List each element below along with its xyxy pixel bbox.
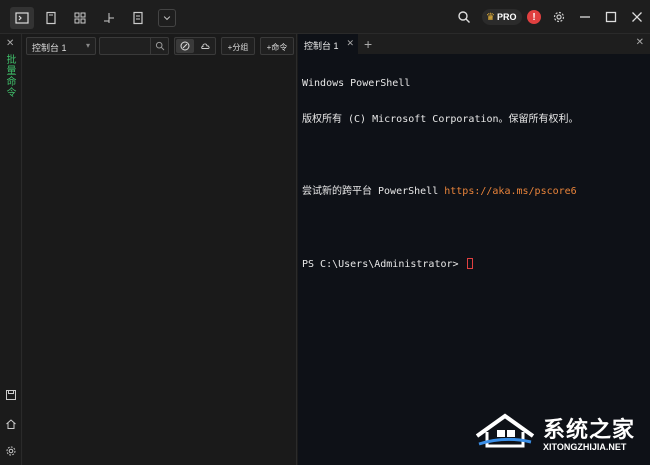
search-button[interactable] [455, 6, 473, 28]
terminal-tab-bar: 控制台 1 ✕ + ✕ [298, 34, 650, 54]
close-icon [632, 12, 642, 22]
command-search-input[interactable] [99, 37, 169, 55]
prompt-text: PS C:\Users\Administrator> [302, 259, 465, 270]
cloud-mode-button[interactable] [196, 39, 214, 53]
prompt-line: PS C:\Users\Administrator> [302, 258, 648, 270]
list-icon [133, 11, 143, 25]
add-group-button[interactable]: +分组 [221, 37, 255, 55]
save-icon [6, 390, 16, 400]
save-button[interactable] [5, 388, 17, 400]
compass-mode-button[interactable] [176, 39, 194, 53]
pro-label: PRO [496, 12, 517, 22]
add-command-button[interactable]: +命令 [260, 37, 294, 55]
tab-console-1[interactable]: 控制台 1 ✕ [298, 34, 358, 54]
layout-view-button[interactable] [68, 7, 92, 29]
close-terminal-panel-button[interactable]: ✕ [636, 37, 644, 48]
terminal-icon [15, 12, 29, 24]
terminal-pane[interactable]: 控制台 1 ✕ + ✕ Windows PowerShell 版权所有 (C) … [298, 34, 650, 465]
watermark-cn-text: 系统之家 [543, 417, 636, 442]
crown-icon: ♛ [486, 11, 495, 23]
text-cursor [466, 258, 473, 269]
terminal-output[interactable]: Windows PowerShell 版权所有 (C) Microsoft Co… [302, 54, 648, 294]
search-divider [150, 38, 151, 54]
house-logo-icon [475, 413, 535, 448]
chevron-down-icon [163, 16, 171, 21]
batch-command-panel: 控制台 1 ▾ +分组 +命令 [23, 34, 297, 465]
home-icon [6, 419, 16, 429]
alert-button[interactable]: ! [526, 6, 542, 28]
pscore-link[interactable]: https://aka.ms/pscore6 [444, 186, 576, 197]
side-settings-button[interactable] [5, 444, 17, 456]
alert-icon: ! [527, 10, 541, 24]
terminal-view-button[interactable] [10, 7, 34, 29]
panel-toolbar: 控制台 1 ▾ +分组 +命令 [23, 34, 297, 58]
document-view-button[interactable] [39, 7, 63, 29]
cloud-icon [201, 43, 210, 49]
console-select-value: 控制台 1 [32, 43, 67, 53]
terminal-text: 尝试新的跨平台 PowerShell [302, 186, 445, 197]
close-window-button[interactable] [629, 6, 645, 28]
close-batch-panel-button[interactable]: ✕ [6, 38, 14, 49]
terminal-line: Windows PowerShell [302, 78, 411, 89]
compass-icon [180, 41, 190, 51]
maximize-button[interactable] [603, 6, 619, 28]
gear-icon [6, 446, 16, 456]
grid-layout-icon [74, 12, 86, 24]
more-views-dropdown[interactable] [158, 9, 176, 27]
pro-badge[interactable]: ♛ PRO [482, 6, 523, 28]
terminal-line-with-link: 尝试新的跨平台 PowerShell https://aka.ms/pscore… [302, 186, 648, 198]
list-view-button[interactable] [126, 7, 150, 29]
minimize-button[interactable] [577, 6, 593, 28]
tab-close-button[interactable]: ✕ [346, 38, 354, 49]
pro-badge-inner: ♛ PRO [482, 9, 523, 25]
console-select[interactable]: 控制台 1 ▾ [26, 37, 96, 55]
settings-button[interactable] [551, 6, 567, 28]
home-button[interactable] [5, 417, 17, 429]
new-tab-button[interactable]: + [364, 36, 372, 52]
watermark-en-text: XITONGZHIJIA.NET [543, 442, 627, 452]
tree-icon [104, 13, 114, 23]
search-icon[interactable] [155, 41, 165, 51]
terminal-line: 版权所有 (C) Microsoft Corporation。保留所有权利。 [302, 114, 579, 125]
document-icon [46, 11, 56, 25]
tab-label: 控制台 1 [304, 41, 339, 51]
search-icon [458, 11, 470, 23]
maximize-icon [605, 11, 617, 23]
minimize-icon [580, 16, 590, 18]
mode-toggle [174, 37, 216, 55]
tree-view-button[interactable] [97, 7, 121, 29]
left-side-strip: ✕ 批量命令 [0, 34, 22, 465]
watermark-logo: 系统之家 XITONGZHIJIA.NET [475, 408, 650, 465]
title-bar: ♛ PRO ! [0, 0, 650, 34]
batch-command-tab[interactable]: 批量命令 [4, 54, 17, 98]
gear-icon [553, 11, 565, 23]
chevron-down-icon: ▾ [85, 41, 90, 50]
